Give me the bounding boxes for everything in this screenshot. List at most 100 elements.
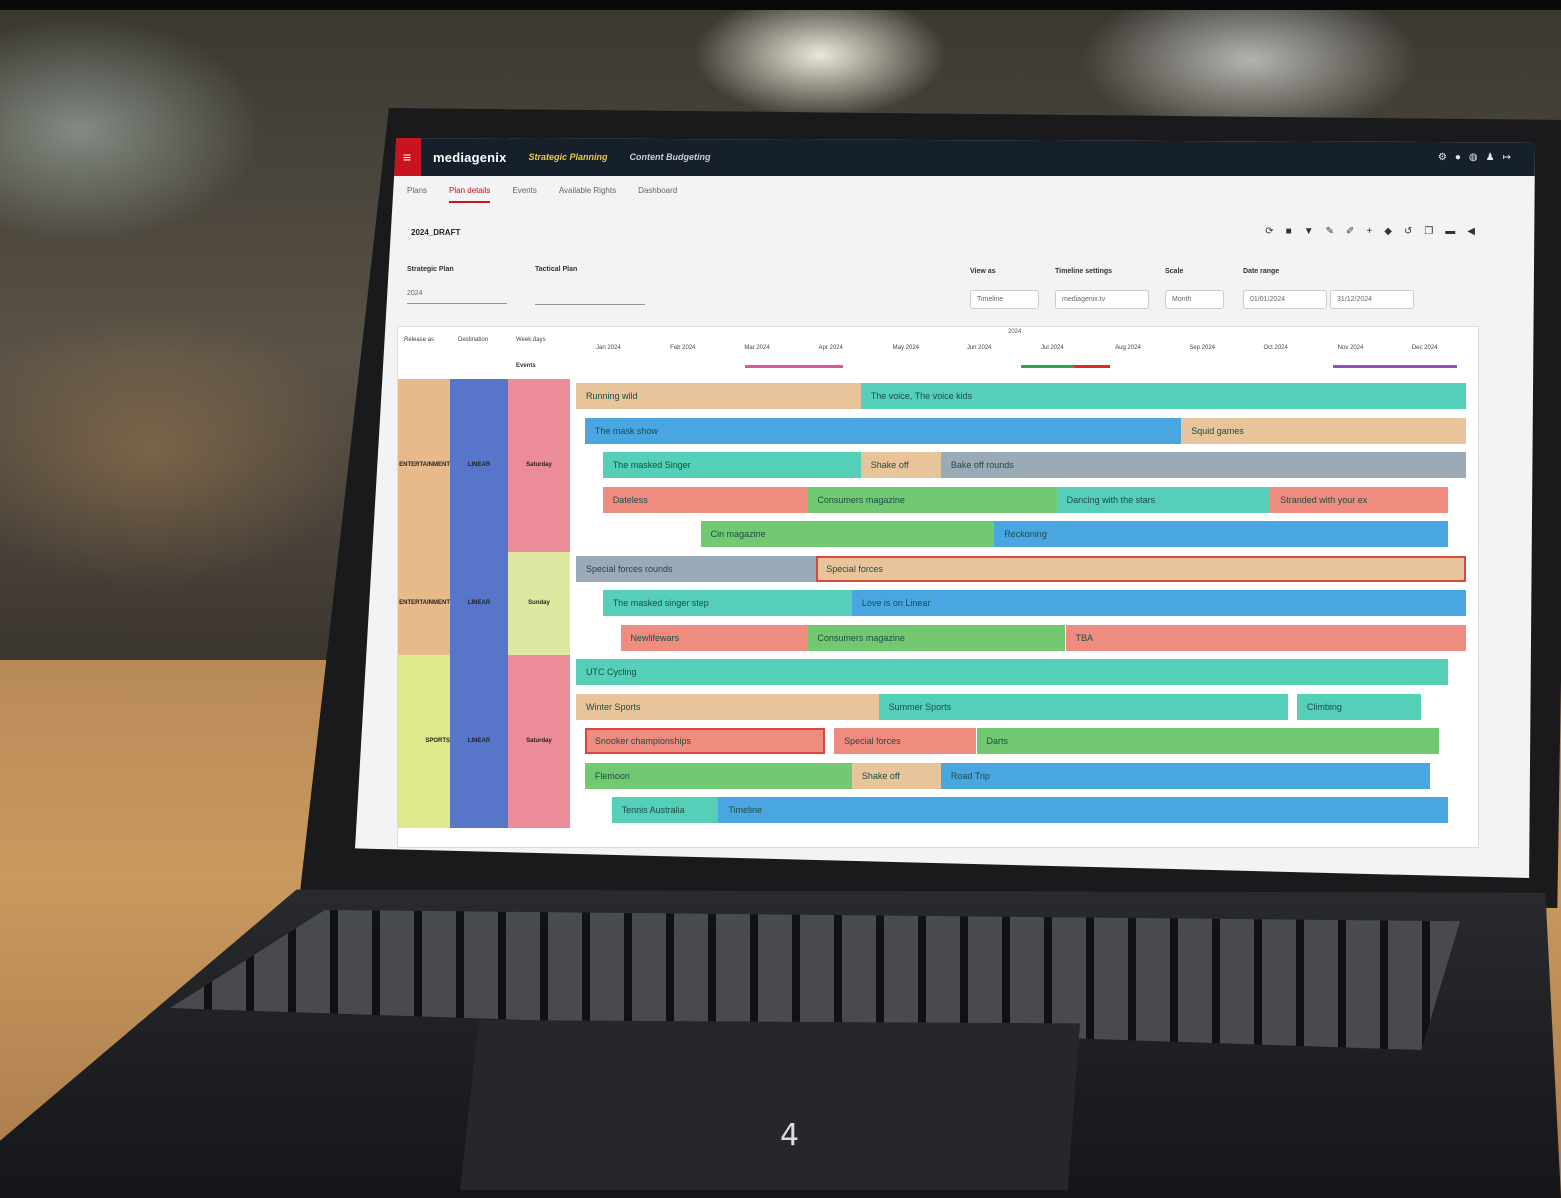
view-as-select[interactable]: Timeline (970, 290, 1039, 309)
timeline-bar[interactable]: Dancing with the stars (1056, 486, 1271, 513)
timeline-bar[interactable]: Special forces (816, 555, 1466, 582)
nav-strategic-planning[interactable]: Strategic Planning (529, 152, 608, 162)
timeline-bar[interactable]: The voice, The voice kids (860, 383, 1466, 409)
timeline-bar[interactable]: Shake off (860, 452, 941, 478)
group-category: ENTERTAINMENT (398, 551, 450, 655)
tab-dashboard[interactable]: Dashboard (638, 186, 677, 203)
timeline-bar[interactable]: Summer Sports (878, 693, 1288, 720)
menu-icon[interactable]: ≡ (393, 138, 421, 176)
timeline-bar[interactable]: Squid games (1181, 417, 1466, 444)
refresh-icon[interactable]: ⟳ (1265, 226, 1273, 237)
logout-icon[interactable]: ↦ (1503, 152, 1511, 163)
toolbar: ⟳ ■ ▼ ✎ ✐ + ◆ ↺ ❐ ▬ ◀ (1265, 226, 1475, 237)
timeline-bar[interactable]: Stranded with your ex (1270, 486, 1449, 513)
date-from-input[interactable]: 01/01/2024 (1243, 290, 1327, 309)
timeline-bar[interactable]: Shake off (851, 762, 941, 789)
column-destination: Destination (458, 337, 489, 343)
laptop-screen: ≡ mediagenix Strategic Planning Content … (355, 138, 1535, 878)
group-week-days: Saturday (508, 655, 570, 828)
timeline-bar[interactable]: Climbing (1296, 693, 1422, 720)
gantt-chart: Release as Destination Week days 2024 Ev… (397, 326, 1479, 848)
tab-plan-details[interactable]: Plan details (449, 186, 491, 203)
timeline-bar[interactable]: Road Trip (940, 762, 1431, 789)
group-week-days: Saturday (508, 379, 570, 552)
date-to-input[interactable]: 31/12/2024 (1330, 290, 1414, 309)
group-category: SPORTS (398, 655, 450, 828)
comment-icon[interactable]: ▬ (1445, 226, 1455, 237)
pin-icon[interactable]: ✐ (1346, 226, 1354, 237)
timeline-bar[interactable]: The mask show (584, 417, 1182, 444)
month-label: Aug 2024 (1115, 345, 1141, 351)
event-marker[interactable] (1332, 365, 1458, 368)
column-week-days: Week days (516, 337, 546, 343)
month-label: Nov 2024 (1337, 345, 1364, 351)
plan-title: 2024_DRAFT (411, 228, 461, 237)
save-icon[interactable]: ■ (1286, 226, 1292, 237)
tab-plans[interactable]: Plans (407, 186, 427, 203)
month-label: Apr 2024 (818, 345, 843, 351)
strategic-plan-label: Strategic Plan (407, 266, 454, 273)
tab-available-rights[interactable]: Available Rights (559, 186, 616, 203)
timeline-bar[interactable]: Special forces rounds (576, 555, 817, 582)
event-marker[interactable] (1074, 365, 1110, 368)
send-icon[interactable]: ◀ (1467, 226, 1475, 237)
copy-icon[interactable]: ❐ (1424, 226, 1433, 237)
timeline-year: 2024 (1008, 329, 1022, 335)
timeline-bar[interactable]: Bake off rounds (940, 452, 1466, 478)
timeline-bar[interactable]: Love is on Linear (851, 590, 1466, 616)
strategic-plan-select[interactable]: 2024 (407, 290, 507, 304)
group-category: ENTERTAINMENT (398, 379, 450, 552)
edit-icon[interactable]: ✎ (1326, 226, 1334, 237)
timeline-bar[interactable]: Cin magazine (700, 521, 995, 547)
scale-select[interactable]: Month (1165, 290, 1224, 309)
filter-icon[interactable]: ▼ (1304, 226, 1314, 237)
group-week-days: Sunday (508, 551, 570, 655)
timeline-bar[interactable]: Tennis Australia (611, 797, 719, 823)
tag-icon[interactable]: ◆ (1384, 226, 1392, 237)
timeline-bar[interactable]: UTC Cycling (576, 659, 1449, 685)
month-label: Oct 2024 (1263, 345, 1288, 351)
add-icon[interactable]: + (1366, 226, 1372, 237)
help-icon[interactable]: ● (1455, 152, 1461, 163)
nav-icons: ⚙ ● ◍ ♟ ↦ (1438, 152, 1511, 163)
nav-content-budgeting[interactable]: Content Budgeting (630, 152, 711, 162)
timeline-bar[interactable]: Special forces (834, 728, 977, 754)
timeline-bar[interactable]: The masked Singer (602, 452, 861, 478)
tactical-plan-select[interactable] (535, 290, 645, 305)
globe-icon[interactable]: ◍ (1469, 152, 1478, 163)
event-marker[interactable] (1021, 365, 1075, 368)
undo-icon[interactable]: ↺ (1404, 226, 1412, 237)
event-marker[interactable] (745, 365, 843, 368)
timeline-bar[interactable]: Dateless (602, 486, 808, 513)
month-label: Jan 2024 (596, 345, 621, 351)
view-as-label: View as (970, 268, 996, 275)
sub-tabs: Plans Plan details Events Available Righ… (407, 186, 677, 203)
timeline-bar[interactable]: Winter Sports (576, 693, 879, 720)
top-border (0, 0, 1561, 10)
timeline-bar[interactable]: Consumers magazine (807, 486, 1057, 513)
timeline-settings-label: Timeline settings (1055, 268, 1113, 275)
tab-events[interactable]: Events (512, 186, 536, 203)
timeline-bar[interactable]: Darts (976, 728, 1440, 754)
month-label: Jun 2024 (966, 345, 992, 351)
timeline-bar[interactable]: Reckoning (994, 521, 1449, 547)
user-icon[interactable]: ♟ (1486, 152, 1495, 163)
events-row-label: Events (516, 363, 536, 369)
timeline-bar[interactable]: Snooker championships (584, 728, 826, 754)
month-label: Mar 2024 (744, 345, 770, 351)
group-destination: LINEAR (450, 655, 508, 828)
scale-label: Scale (1165, 268, 1184, 275)
timeline-bar[interactable]: Timeline (718, 797, 1449, 823)
timeline-settings-select[interactable]: mediagenix.tv (1055, 290, 1149, 309)
timeline-bar[interactable]: Consumers magazine (807, 624, 1066, 651)
timeline-bar[interactable]: TBA (1065, 624, 1466, 651)
month-label: May 2024 (892, 345, 920, 351)
page-number: 4 (780, 1118, 800, 1153)
timeline-bar[interactable]: The masked singer step (602, 590, 852, 616)
timeline-bar[interactable]: Running wild (576, 383, 861, 409)
timeline-bar[interactable]: Newlifewars (620, 624, 808, 651)
group-destination: LINEAR (450, 551, 508, 655)
timeline-bar[interactable]: Flemoon (584, 762, 852, 789)
laptop-trackpad (460, 1020, 1080, 1190)
settings-icon[interactable]: ⚙ (1438, 152, 1447, 163)
